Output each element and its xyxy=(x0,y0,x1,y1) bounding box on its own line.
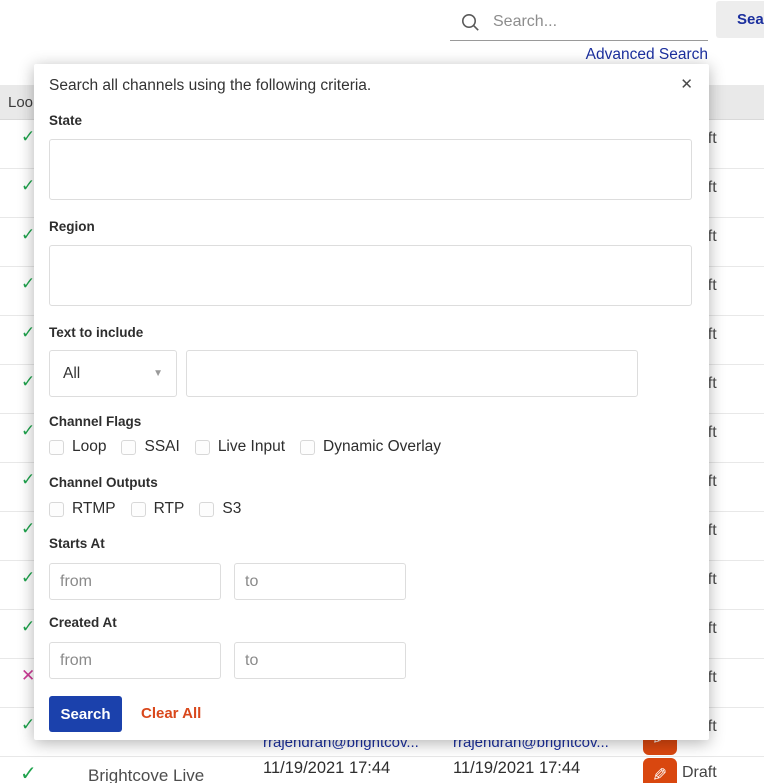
chevron-down-icon: ▼ xyxy=(153,368,163,379)
channel-flags-label: Channel Flags xyxy=(49,414,141,429)
flag-ssai-label: SSAI xyxy=(144,438,179,456)
output-rtp[interactable]: RTP xyxy=(131,500,185,518)
advanced-search-link[interactable]: Advanced Search xyxy=(586,46,708,64)
output-s3-label: S3 xyxy=(222,500,241,518)
text-scope-value: All xyxy=(63,365,153,383)
output-rtp-label: RTP xyxy=(154,500,185,518)
text-scope-select[interactable]: All ▼ xyxy=(49,350,177,397)
state-label: State xyxy=(49,113,82,128)
text-to-include-label: Text to include xyxy=(49,325,143,340)
flag-dynamic-overlay-label: Dynamic Overlay xyxy=(323,438,441,456)
ssai-checkbox[interactable] xyxy=(121,440,136,455)
text-to-include-input[interactable] xyxy=(186,350,638,397)
table-header-label: Loo xyxy=(8,85,33,120)
clear-all-button[interactable]: Clear All xyxy=(141,696,201,732)
region-label: Region xyxy=(49,219,95,234)
flag-loop[interactable]: Loop xyxy=(49,438,106,456)
output-rtmp[interactable]: RTMP xyxy=(49,500,116,518)
updated-at-value: 11/19/2021 17:44 xyxy=(453,759,580,778)
starts-at-from-input[interactable] xyxy=(49,563,221,600)
edit-channel-button[interactable]: ✎ xyxy=(643,758,677,783)
top-search-button[interactable]: Search xyxy=(716,1,764,38)
flag-live-input[interactable]: Live Input xyxy=(195,438,285,456)
flag-ssai[interactable]: SSAI xyxy=(121,438,179,456)
search-icon xyxy=(460,12,481,33)
channel-outputs-label: Channel Outputs xyxy=(49,475,158,490)
output-s3[interactable]: S3 xyxy=(199,500,241,518)
search-input[interactable] xyxy=(493,13,708,31)
close-icon[interactable]: ✕ xyxy=(680,75,693,93)
created-at-label: Created At xyxy=(49,615,117,630)
loop-checkbox[interactable] xyxy=(49,440,64,455)
created-at-value: 11/19/2021 17:44 xyxy=(263,759,390,778)
rtmp-checkbox[interactable] xyxy=(49,502,64,517)
global-search[interactable] xyxy=(450,4,708,41)
check-icon: ✓ xyxy=(20,761,37,783)
output-rtmp-label: RTMP xyxy=(72,500,116,518)
modal-search-button[interactable]: Search xyxy=(49,696,122,732)
live-input-checkbox[interactable] xyxy=(195,440,210,455)
flag-dynamic-overlay[interactable]: Dynamic Overlay xyxy=(300,438,441,456)
status-badge: Draft xyxy=(682,764,717,782)
dynamic-overlay-checkbox[interactable] xyxy=(300,440,315,455)
created-at-to-input[interactable] xyxy=(234,642,406,679)
screen: Search Advanced Search Loo ✓Draft✓Draft✓… xyxy=(0,0,764,783)
channel-flags-group: Loop SSAI Live Input Dynamic Overlay xyxy=(49,438,441,456)
advanced-search-modal: Search all channels using the following … xyxy=(34,64,709,740)
s3-checkbox[interactable] xyxy=(199,502,214,517)
rtp-checkbox[interactable] xyxy=(131,502,146,517)
channel-name: Brightcove Live xyxy=(88,766,204,783)
channel-outputs-group: RTMP RTP S3 xyxy=(49,500,241,518)
starts-at-to-input[interactable] xyxy=(234,563,406,600)
starts-at-label: Starts At xyxy=(49,536,105,551)
flag-loop-label: Loop xyxy=(72,438,106,456)
pencil-icon: ✎ xyxy=(652,766,667,783)
modal-title: Search all channels using the following … xyxy=(49,77,371,95)
created-at-from-input[interactable] xyxy=(49,642,221,679)
state-field[interactable] xyxy=(49,139,692,200)
flag-live-input-label: Live Input xyxy=(218,438,285,456)
region-field[interactable] xyxy=(49,245,692,306)
